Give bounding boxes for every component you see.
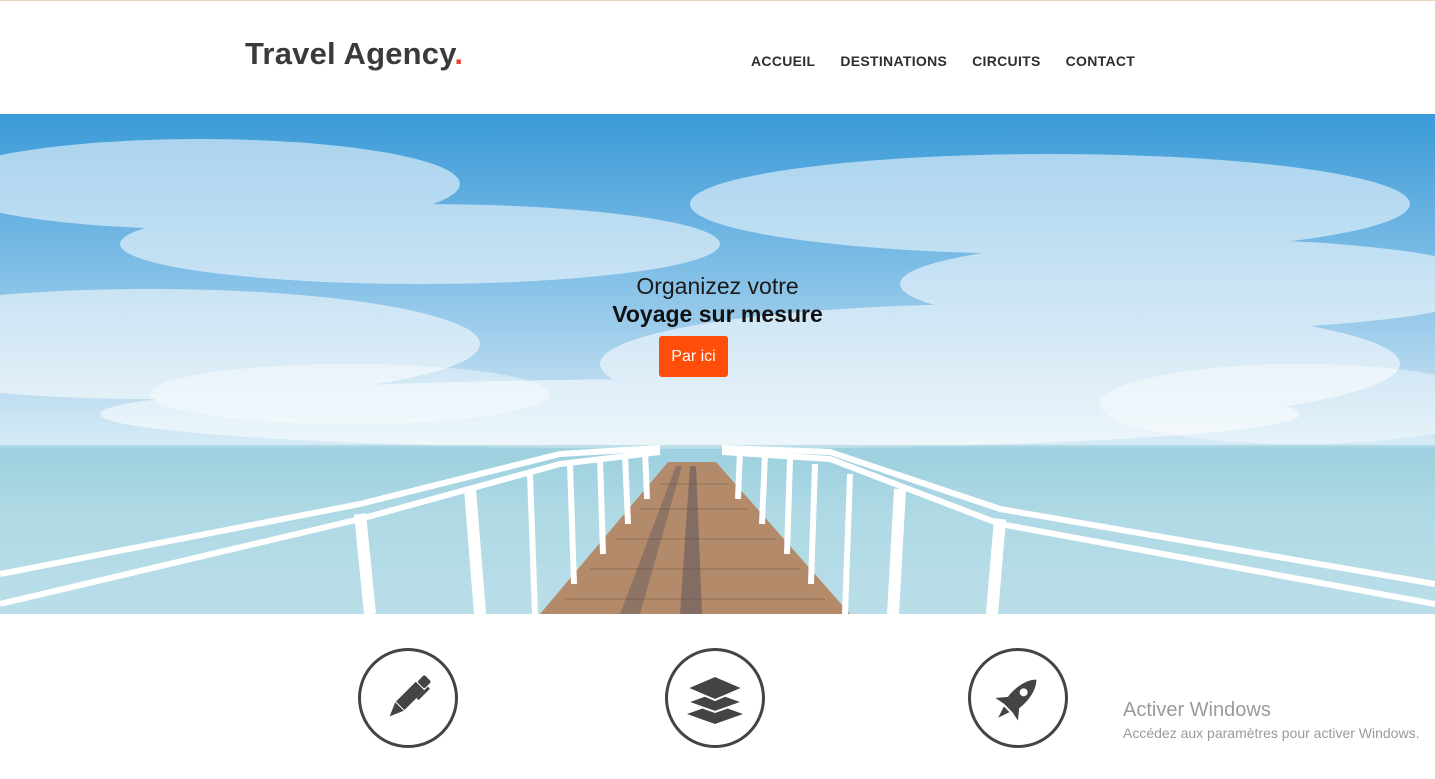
rocket-icon (995, 679, 1037, 721)
logo-text: Travel Agency (245, 36, 455, 71)
feature-rocket[interactable] (968, 648, 1068, 748)
feature-pen[interactable] (358, 648, 458, 748)
site-logo[interactable]: Travel Agency. (245, 36, 463, 72)
nav-item-circuits[interactable]: CIRCUITS (972, 53, 1041, 69)
feature-layers[interactable] (665, 648, 765, 748)
hero-banner: Organizez votre Voyage sur mesure Par ic… (0, 114, 1435, 614)
cta-button[interactable]: Par ici (659, 336, 728, 377)
logo-dot: . (454, 36, 464, 71)
layers-icon (685, 674, 745, 724)
windows-activation-watermark: Activer Windows Accédez aux paramètres p… (1123, 699, 1419, 741)
site-header: Travel Agency. ACCUEIL DESTINATIONS CIRC… (0, 1, 1435, 114)
nav-item-accueil[interactable]: ACCUEIL (751, 53, 815, 69)
main-nav: ACCUEIL DESTINATIONS CIRCUITS CONTACT (751, 53, 1160, 69)
pen-icon (389, 675, 431, 717)
nav-item-destinations[interactable]: DESTINATIONS (840, 53, 947, 69)
hero-subtitle: Organizez votre (636, 273, 799, 299)
features-section (0, 614, 1435, 779)
watermark-title: Activer Windows (1123, 699, 1271, 721)
nav-item-contact[interactable]: CONTACT (1066, 53, 1136, 69)
watermark-subtitle: Accédez aux paramètres pour activer Wind… (1123, 725, 1420, 741)
hero-title: Voyage sur mesure (612, 301, 823, 327)
